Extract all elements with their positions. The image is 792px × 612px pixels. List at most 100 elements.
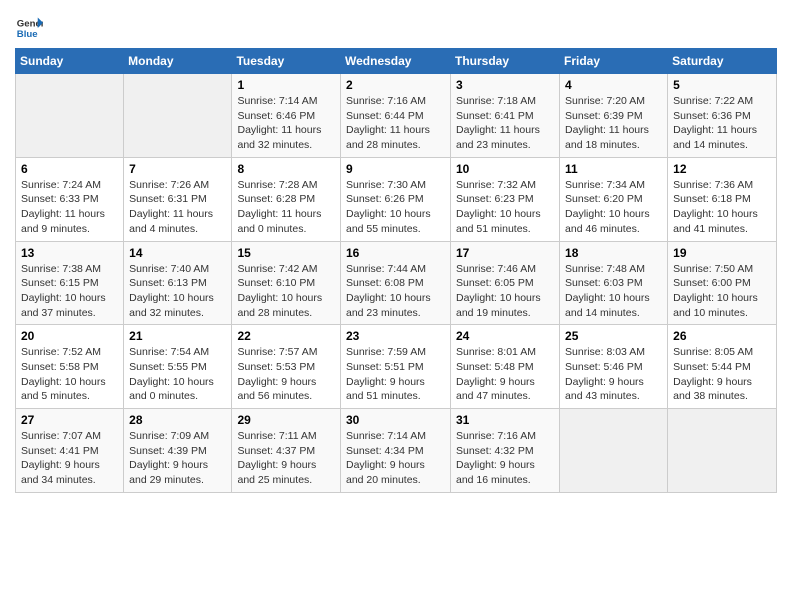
day-cell xyxy=(16,74,124,158)
column-header-wednesday: Wednesday xyxy=(341,49,451,74)
day-cell: 20 Sunrise: 7:52 AM Sunset: 5:58 PM Dayli… xyxy=(16,325,124,409)
day-info: Sunrise: 7:26 AM Sunset: 6:31 PM Dayligh… xyxy=(129,178,226,237)
day-info: Sunrise: 7:50 AM Sunset: 6:00 PM Dayligh… xyxy=(673,262,771,321)
day-info: Sunrise: 7:42 AM Sunset: 6:10 PM Dayligh… xyxy=(237,262,335,321)
day-cell: 19 Sunrise: 7:50 AM Sunset: 6:00 PM Dayli… xyxy=(668,241,777,325)
column-header-saturday: Saturday xyxy=(668,49,777,74)
day-number: 29 xyxy=(237,413,335,427)
day-number: 30 xyxy=(346,413,445,427)
day-number: 17 xyxy=(456,246,554,260)
day-info: Sunrise: 7:24 AM Sunset: 6:33 PM Dayligh… xyxy=(21,178,118,237)
day-cell: 30 Sunrise: 7:14 AM Sunset: 4:34 PM Dayli… xyxy=(341,409,451,493)
day-cell: 23 Sunrise: 7:59 AM Sunset: 5:51 PM Dayli… xyxy=(341,325,451,409)
day-number: 21 xyxy=(129,329,226,343)
day-cell: 22 Sunrise: 7:57 AM Sunset: 5:53 PM Dayli… xyxy=(232,325,341,409)
day-info: Sunrise: 7:14 AM Sunset: 6:46 PM Dayligh… xyxy=(237,94,335,153)
day-info: Sunrise: 8:01 AM Sunset: 5:48 PM Dayligh… xyxy=(456,345,554,404)
day-cell: 5Sunrise: 7:22 AM Sunset: 6:36 PM Daylig… xyxy=(668,74,777,158)
day-number: 23 xyxy=(346,329,445,343)
day-number: 19 xyxy=(673,246,771,260)
day-cell: 2 Sunrise: 7:16 AM Sunset: 6:44 PM Daylig… xyxy=(341,74,451,158)
day-cell: 26 Sunrise: 8:05 AM Sunset: 5:44 PM Dayli… xyxy=(668,325,777,409)
day-info: Sunrise: 7:14 AM Sunset: 4:34 PM Dayligh… xyxy=(346,429,445,488)
day-number: 2 xyxy=(346,78,445,92)
week-row-4: 20 Sunrise: 7:52 AM Sunset: 5:58 PM Dayli… xyxy=(16,325,777,409)
day-number: 6 xyxy=(21,162,118,176)
day-info: Sunrise: 7:34 AM Sunset: 6:20 PM Dayligh… xyxy=(565,178,662,237)
day-number: 4 xyxy=(565,78,662,92)
day-cell: 1 Sunrise: 7:14 AM Sunset: 6:46 PM Daylig… xyxy=(232,74,341,158)
column-header-thursday: Thursday xyxy=(451,49,560,74)
day-info: Sunrise: 7:57 AM Sunset: 5:53 PM Dayligh… xyxy=(237,345,335,404)
day-cell: 17 Sunrise: 7:46 AM Sunset: 6:05 PM Dayli… xyxy=(451,241,560,325)
day-info: Sunrise: 7:28 AM Sunset: 6:28 PM Dayligh… xyxy=(237,178,335,237)
day-cell: 29 Sunrise: 7:11 AM Sunset: 4:37 PM Dayli… xyxy=(232,409,341,493)
day-cell: 24Sunrise: 8:01 AM Sunset: 5:48 PM Dayli… xyxy=(451,325,560,409)
day-info: Sunrise: 7:11 AM Sunset: 4:37 PM Dayligh… xyxy=(237,429,335,488)
calendar-header: SundayMondayTuesdayWednesdayThursdayFrid… xyxy=(16,49,777,74)
day-cell: 14Sunrise: 7:40 AM Sunset: 6:13 PM Dayli… xyxy=(124,241,232,325)
day-number: 15 xyxy=(237,246,335,260)
day-info: Sunrise: 7:40 AM Sunset: 6:13 PM Dayligh… xyxy=(129,262,226,321)
logo-icon: General Blue xyxy=(15,14,43,42)
day-info: Sunrise: 7:22 AM Sunset: 6:36 PM Dayligh… xyxy=(673,94,771,153)
day-cell: 6 Sunrise: 7:24 AM Sunset: 6:33 PM Daylig… xyxy=(16,157,124,241)
day-cell: 8 Sunrise: 7:28 AM Sunset: 6:28 PM Daylig… xyxy=(232,157,341,241)
day-cell: 18 Sunrise: 7:48 AM Sunset: 6:03 PM Dayli… xyxy=(560,241,668,325)
svg-text:Blue: Blue xyxy=(17,29,38,40)
day-number: 16 xyxy=(346,246,445,260)
day-cell: 28 Sunrise: 7:09 AM Sunset: 4:39 PM Dayli… xyxy=(124,409,232,493)
day-number: 8 xyxy=(237,162,335,176)
day-cell: 15 Sunrise: 7:42 AM Sunset: 6:10 PM Dayli… xyxy=(232,241,341,325)
day-info: Sunrise: 7:16 AM Sunset: 4:32 PM Dayligh… xyxy=(456,429,554,488)
column-header-tuesday: Tuesday xyxy=(232,49,341,74)
day-info: Sunrise: 7:32 AM Sunset: 6:23 PM Dayligh… xyxy=(456,178,554,237)
day-number: 26 xyxy=(673,329,771,343)
day-info: Sunrise: 8:03 AM Sunset: 5:46 PM Dayligh… xyxy=(565,345,662,404)
column-header-friday: Friday xyxy=(560,49,668,74)
day-cell: 3Sunrise: 7:18 AM Sunset: 6:41 PM Daylig… xyxy=(451,74,560,158)
day-cell: 7Sunrise: 7:26 AM Sunset: 6:31 PM Daylig… xyxy=(124,157,232,241)
day-info: Sunrise: 7:52 AM Sunset: 5:58 PM Dayligh… xyxy=(21,345,118,404)
day-cell: 21 Sunrise: 7:54 AM Sunset: 5:55 PM Dayli… xyxy=(124,325,232,409)
day-number: 18 xyxy=(565,246,662,260)
column-header-sunday: Sunday xyxy=(16,49,124,74)
day-cell: 27Sunrise: 7:07 AM Sunset: 4:41 PM Dayli… xyxy=(16,409,124,493)
day-cell: 4Sunrise: 7:20 AM Sunset: 6:39 PM Daylig… xyxy=(560,74,668,158)
day-number: 22 xyxy=(237,329,335,343)
day-number: 25 xyxy=(565,329,662,343)
week-row-5: 27Sunrise: 7:07 AM Sunset: 4:41 PM Dayli… xyxy=(16,409,777,493)
day-info: Sunrise: 7:07 AM Sunset: 4:41 PM Dayligh… xyxy=(21,429,118,488)
week-row-3: 13Sunrise: 7:38 AM Sunset: 6:15 PM Dayli… xyxy=(16,241,777,325)
day-cell: 9Sunrise: 7:30 AM Sunset: 6:26 PM Daylig… xyxy=(341,157,451,241)
day-info: Sunrise: 7:46 AM Sunset: 6:05 PM Dayligh… xyxy=(456,262,554,321)
day-info: Sunrise: 7:16 AM Sunset: 6:44 PM Dayligh… xyxy=(346,94,445,153)
day-cell: 11 Sunrise: 7:34 AM Sunset: 6:20 PM Dayli… xyxy=(560,157,668,241)
day-number: 12 xyxy=(673,162,771,176)
day-cell: 16 Sunrise: 7:44 AM Sunset: 6:08 PM Dayli… xyxy=(341,241,451,325)
day-number: 1 xyxy=(237,78,335,92)
logo: General Blue xyxy=(15,14,47,42)
day-cell xyxy=(560,409,668,493)
day-number: 28 xyxy=(129,413,226,427)
day-cell: 10 Sunrise: 7:32 AM Sunset: 6:23 PM Dayli… xyxy=(451,157,560,241)
day-number: 3 xyxy=(456,78,554,92)
day-cell: 12Sunrise: 7:36 AM Sunset: 6:18 PM Dayli… xyxy=(668,157,777,241)
day-cell: 13Sunrise: 7:38 AM Sunset: 6:15 PM Dayli… xyxy=(16,241,124,325)
day-info: Sunrise: 7:48 AM Sunset: 6:03 PM Dayligh… xyxy=(565,262,662,321)
day-info: Sunrise: 7:09 AM Sunset: 4:39 PM Dayligh… xyxy=(129,429,226,488)
calendar-body: 1 Sunrise: 7:14 AM Sunset: 6:46 PM Daylig… xyxy=(16,74,777,493)
day-info: Sunrise: 7:30 AM Sunset: 6:26 PM Dayligh… xyxy=(346,178,445,237)
day-info: Sunrise: 7:59 AM Sunset: 5:51 PM Dayligh… xyxy=(346,345,445,404)
day-number: 13 xyxy=(21,246,118,260)
day-info: Sunrise: 7:54 AM Sunset: 5:55 PM Dayligh… xyxy=(129,345,226,404)
day-cell: 25 Sunrise: 8:03 AM Sunset: 5:46 PM Dayli… xyxy=(560,325,668,409)
day-info: Sunrise: 8:05 AM Sunset: 5:44 PM Dayligh… xyxy=(673,345,771,404)
day-number: 11 xyxy=(565,162,662,176)
day-number: 10 xyxy=(456,162,554,176)
day-number: 31 xyxy=(456,413,554,427)
day-number: 20 xyxy=(21,329,118,343)
header: General Blue xyxy=(15,10,777,42)
day-info: Sunrise: 7:44 AM Sunset: 6:08 PM Dayligh… xyxy=(346,262,445,321)
day-cell xyxy=(668,409,777,493)
